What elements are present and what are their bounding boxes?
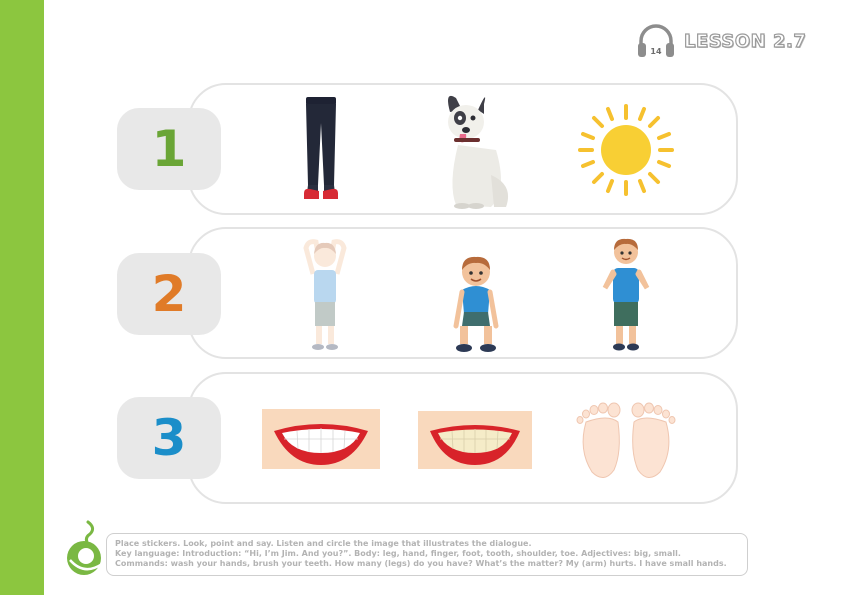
publisher-logo (67, 520, 103, 575)
sun-image[interactable] (576, 102, 676, 198)
lesson-header: 14 LESSON 2.7 (636, 24, 807, 58)
boy-touching-knees-image[interactable] (450, 252, 502, 356)
lesson-title: LESSON 2.7 (683, 30, 807, 52)
instruction-line-2: Key language: Introduction: “Hi, I’m Jim… (115, 549, 681, 558)
row-number-3-label: 3 (151, 409, 187, 467)
row-number-1-label: 1 (151, 120, 187, 178)
boy-touching-shoulders-image[interactable] (600, 234, 652, 356)
dog-image[interactable] (436, 90, 516, 210)
instruction-line-1: Place stickers. Look, point and say. Lis… (115, 539, 532, 548)
feet-image[interactable] (572, 400, 680, 482)
smile-white-teeth-image[interactable] (262, 409, 380, 469)
row-number-2-label: 2 (151, 265, 187, 323)
instructions-box: Place stickers. Look, point and say. Lis… (106, 533, 748, 576)
smile-yellow-teeth-image[interactable] (418, 411, 532, 469)
row-number-1: 1 (117, 108, 221, 190)
row-number-3: 3 (117, 397, 221, 479)
headphones-icon[interactable]: 14 (636, 24, 676, 58)
trousers-image[interactable] (298, 95, 344, 205)
green-side-bar (0, 0, 44, 595)
track-number: 14 (650, 47, 662, 56)
boy-hands-on-head-image[interactable] (300, 234, 350, 356)
row-number-2: 2 (117, 253, 221, 335)
instruction-line-3: Commands: wash your hands, brush your te… (115, 559, 727, 568)
